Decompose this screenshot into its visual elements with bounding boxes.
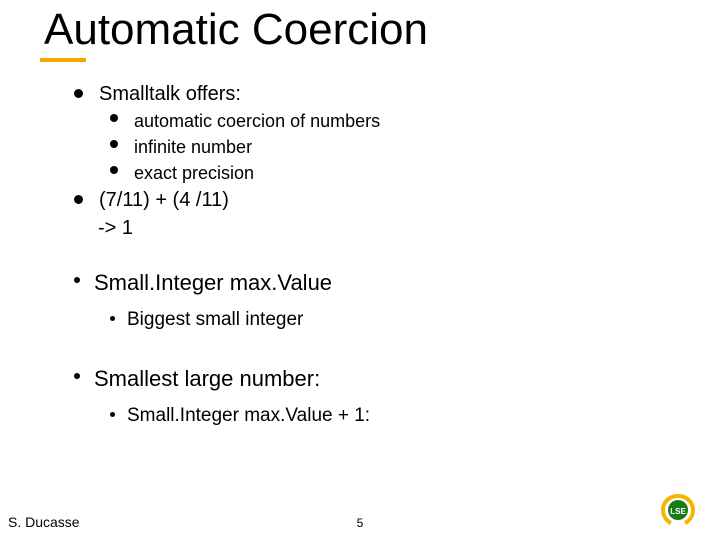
bullet-text: Biggest small integer: [127, 306, 303, 334]
footer-author: S. Ducasse: [8, 514, 80, 530]
bullet-dot-icon: [74, 195, 83, 204]
bullet-dot-icon: [110, 166, 118, 174]
bullet-level2: exact precision: [110, 160, 690, 186]
bullet-text: Small.Integer max.Value + 1:: [127, 402, 370, 430]
bullet-level2: infinite number: [110, 134, 690, 160]
footer-page-number: 5: [357, 516, 364, 530]
bullet-text: (7/11) + (4 /11): [99, 186, 229, 214]
result-line: -> 1: [74, 214, 690, 242]
lse-logo-icon: LSE: [658, 492, 698, 528]
bullet-level1: Smalltalk offers:: [74, 80, 690, 108]
slide-title-area: Automatic Coercion: [40, 6, 700, 54]
bullet-level2: automatic coercion of numbers: [110, 108, 690, 134]
bullet-level1: Smallest large number:: [74, 364, 690, 394]
bullet-text: exact precision: [134, 160, 254, 186]
bullet-level1: (7/11) + (4 /11): [74, 186, 690, 214]
slide-body: Smalltalk offers: automatic coercion of …: [74, 80, 690, 430]
bullet-dot-icon: [110, 412, 115, 417]
logo-text: LSE: [670, 507, 686, 516]
bullet-text: infinite number: [134, 134, 252, 160]
bullet-dot-icon: [110, 114, 118, 122]
bullet-dot-icon: [110, 140, 118, 148]
bullet-text: Small.Integer max.Value: [94, 268, 332, 298]
bullet-text: -> 1: [98, 214, 133, 242]
title-accent-bar: [40, 58, 86, 62]
slide-title: Automatic Coercion: [40, 6, 700, 54]
bullet-dot-icon: [74, 373, 80, 379]
bullet-level2: Biggest small integer: [110, 306, 690, 334]
bullet-text: Smallest large number:: [94, 364, 320, 394]
bullet-text: Smalltalk offers:: [99, 80, 241, 108]
bullet-text: automatic coercion of numbers: [134, 108, 380, 134]
bullet-dot-icon: [110, 316, 115, 321]
bullet-level1: Small.Integer max.Value: [74, 268, 690, 298]
bullet-dot-icon: [74, 89, 83, 98]
bullet-level2: Small.Integer max.Value + 1:: [110, 402, 690, 430]
bullet-dot-icon: [74, 277, 80, 283]
